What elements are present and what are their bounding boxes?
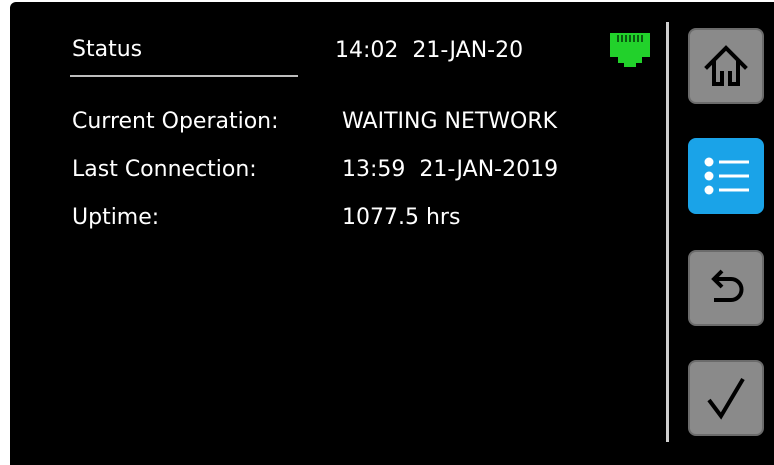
last-connection-label: Last Connection: [72, 157, 257, 182]
back-arrow-icon [711, 269, 744, 302]
last-connection-value: 13:59 21-JAN-2019 [342, 157, 559, 182]
checkmark-icon [707, 377, 745, 420]
clock-display: 14:02 21-JAN-20 [335, 38, 524, 63]
current-operation-label: Current Operation: [72, 109, 279, 134]
device-screen: Status 14:02 21-JAN-20 Current Operation… [10, 2, 774, 465]
sidebar-divider [666, 22, 669, 442]
current-operation-value: WAITING NETWORK [342, 109, 558, 134]
current-operation-row: Current Operation: WAITING NETWORK [72, 108, 557, 136]
uptime-row: Uptime: 1077.5 hrs [72, 204, 460, 232]
ethernet-connected-icon [610, 33, 650, 67]
list-icon [704, 157, 749, 195]
menu-button[interactable] [688, 138, 764, 214]
last-connection-row: Last Connection: 13:59 21-JAN-2019 [72, 156, 558, 184]
home-icon [704, 45, 748, 86]
home-button[interactable] [688, 28, 764, 104]
page-title: Status [72, 37, 143, 62]
uptime-value: 1077.5 hrs [342, 205, 461, 230]
back-button[interactable] [688, 250, 764, 326]
title-underline [70, 75, 298, 77]
confirm-button[interactable] [688, 360, 764, 436]
uptime-label: Uptime: [72, 205, 160, 230]
